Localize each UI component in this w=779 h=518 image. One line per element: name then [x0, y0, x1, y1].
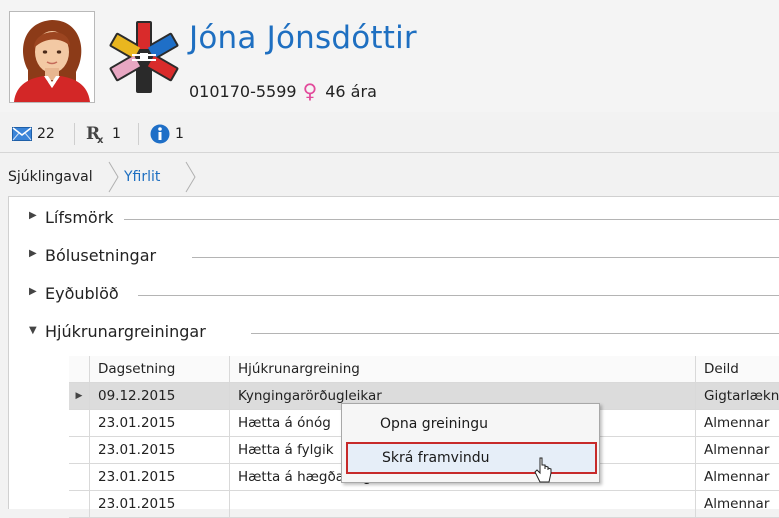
column-header-diagnosis[interactable]: Hjúkrunargreining	[229, 356, 695, 382]
avatar[interactable]	[9, 11, 95, 103]
expand-arrow-icon[interactable]: ▶	[29, 210, 37, 221]
patient-age: 46 ára	[325, 82, 377, 101]
section-hjukrunargreiningar[interactable]: ▼ Hjúkrunargreiningar	[9, 319, 779, 347]
messages-count: 22	[37, 126, 55, 142]
expand-arrow-icon[interactable]: ▶	[29, 248, 37, 259]
diagnosis-cell	[229, 491, 695, 517]
menu-item-record-progress[interactable]: Skrá framvindu	[346, 442, 597, 474]
department-cell: Almennar	[695, 464, 779, 490]
patient-id: 010170-5599	[189, 82, 297, 101]
section-lifsmork[interactable]: ▶ Lífsmörk	[9, 205, 779, 233]
department-cell: Gigtarlækn	[695, 383, 779, 409]
chevron-right-icon	[108, 161, 119, 193]
date-cell: 23.01.2015	[89, 464, 229, 490]
grid-header-row: Dagsetning Hjúkrunargreining Deild	[69, 356, 779, 383]
date-cell: 09.12.2015	[89, 383, 229, 409]
expand-arrow-icon[interactable]: ▶	[29, 286, 37, 297]
info-count: 1	[175, 126, 184, 142]
date-cell: 23.01.2015	[89, 491, 229, 517]
department-cell: Almennar	[695, 410, 779, 436]
female-icon: ♀	[302, 79, 318, 103]
date-cell: 23.01.2015	[89, 437, 229, 463]
department-cell: Almennar	[695, 491, 779, 517]
messages-indicator[interactable]: 22	[12, 124, 55, 144]
section-divider	[124, 219, 779, 220]
notification-bar: 22 R x 1 1	[0, 116, 779, 153]
info-indicator[interactable]: 1	[150, 124, 184, 144]
medical-logo-icon	[104, 14, 184, 100]
date-cell: 23.01.2015	[89, 410, 229, 436]
collapse-arrow-icon[interactable]: ▼	[29, 325, 37, 336]
mail-icon	[12, 127, 32, 141]
menu-item-open-diagnosis[interactable]: Opna greiningu	[350, 408, 599, 440]
prescriptions-count: 1	[112, 126, 121, 142]
section-title: Lífsmörk	[45, 208, 120, 227]
section-title: Hjúkrunargreiningar	[45, 322, 212, 341]
rx-icon: R x	[86, 124, 104, 144]
column-header-department[interactable]: Deild	[695, 356, 779, 382]
divider	[74, 123, 75, 145]
divider	[138, 123, 139, 145]
breadcrumb: Sjúklingaval Yfirlit	[8, 160, 779, 194]
chevron-right-icon	[185, 161, 196, 193]
patient-info: 010170-5599 ♀ 46 ára	[189, 78, 377, 103]
mouse-cursor-icon	[534, 457, 552, 483]
department-cell: Almennar	[695, 437, 779, 463]
section-eydublod[interactable]: ▶ Eyðublöð	[9, 281, 779, 309]
patient-header: Jóna Jónsdóttir 010170-5599 ♀ 46 ára	[0, 0, 779, 112]
section-divider	[251, 333, 779, 334]
context-menu: Opna greiningu Skrá framvindu	[341, 403, 600, 483]
breadcrumb-item-yfirlit[interactable]: Yfirlit	[124, 160, 160, 194]
svg-text:x: x	[97, 135, 104, 144]
table-row[interactable]: 23.01.2015 Almennar	[69, 491, 779, 518]
info-icon	[150, 124, 170, 144]
row-indicator-icon: ▶	[75, 391, 83, 401]
section-divider	[138, 295, 779, 296]
section-title: Bólusetningar	[45, 246, 163, 265]
patient-name: Jóna Jónsdóttir	[189, 20, 417, 56]
breadcrumb-item-sjuklingaval[interactable]: Sjúklingaval	[8, 160, 93, 194]
section-divider	[192, 257, 779, 258]
section-bolusetningar[interactable]: ▶ Bólusetningar	[9, 243, 779, 271]
column-header-date[interactable]: Dagsetning	[89, 356, 229, 382]
section-title: Eyðublöð	[45, 284, 125, 303]
prescriptions-indicator[interactable]: R x 1	[86, 124, 121, 144]
avatar-icon	[14, 20, 90, 102]
